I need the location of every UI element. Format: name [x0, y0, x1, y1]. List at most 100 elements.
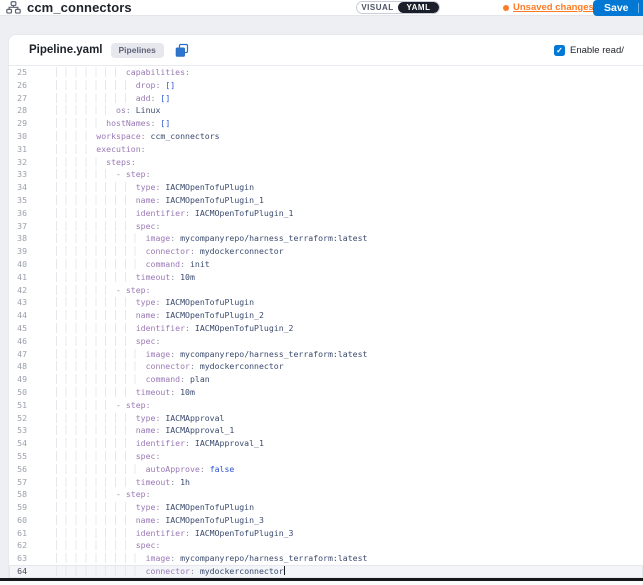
line-number: 39: [9, 245, 27, 258]
code-line[interactable]: 51 - step:: [9, 399, 643, 412]
line-number: 44: [9, 309, 27, 322]
line-number: 62: [9, 539, 27, 552]
line-number: 40: [9, 258, 27, 271]
line-number: 30: [9, 130, 27, 143]
code-line[interactable]: 29 hostNames: []: [9, 117, 643, 130]
code-line[interactable]: 31 execution:: [9, 143, 643, 156]
code-line[interactable]: 35 name: IACMOpenTofuPlugin_1: [9, 194, 643, 207]
line-number: 25: [9, 66, 27, 79]
code-line[interactable]: 50 timeout: 10m: [9, 386, 643, 399]
line-number: 60: [9, 514, 27, 527]
code-line[interactable]: 62 spec:: [9, 539, 643, 552]
code-line[interactable]: 32 steps:: [9, 156, 643, 169]
line-number: 52: [9, 412, 27, 425]
save-menu-button[interactable]: [639, 6, 643, 11]
line-number: 32: [9, 156, 27, 169]
line-number: 34: [9, 181, 27, 194]
code-line[interactable]: 41 timeout: 10m: [9, 271, 643, 284]
line-number: 59: [9, 501, 27, 514]
code-line[interactable]: 59 type: IACMOpenTofuPlugin: [9, 501, 643, 514]
line-number: 33: [9, 168, 27, 181]
entity-type-badge: Pipelines: [111, 43, 164, 58]
save-split-button: Save: [593, 0, 643, 16]
toggle-visual[interactable]: VISUAL: [357, 2, 398, 13]
line-number: 31: [9, 143, 27, 156]
line-number: 57: [9, 476, 27, 489]
copy-icon: [175, 43, 189, 58]
line-number: 26: [9, 79, 27, 92]
code-line[interactable]: 54 identifier: IACMApproval_1: [9, 437, 643, 450]
code-line[interactable]: 64 connector: mydockerconnector: [9, 565, 643, 578]
code-line[interactable]: 28 os: Linux: [9, 104, 643, 117]
code-line[interactable]: 33 - step:: [9, 168, 643, 181]
line-number: 63: [9, 552, 27, 565]
line-number: 47: [9, 348, 27, 361]
copy-button[interactable]: [175, 43, 189, 58]
line-number: 29: [9, 117, 27, 130]
code-line[interactable]: 63 image: mycompanyrepo/harness_terrafor…: [9, 552, 643, 565]
unsaved-label: Unsaved changes: [513, 2, 594, 13]
view-mode-toggle[interactable]: VISUAL YAML: [356, 1, 440, 14]
unsaved-changes[interactable]: Unsaved changes: [503, 1, 594, 14]
code-line[interactable]: 42 - step:: [9, 284, 643, 297]
code-line[interactable]: 55 spec:: [9, 450, 643, 463]
code-line[interactable]: 43 type: IACMOpenTofuPlugin: [9, 296, 643, 309]
enable-read-checkbox[interactable]: ✓: [554, 45, 565, 56]
code-line[interactable]: 39 connector: mydockerconnector: [9, 245, 643, 258]
code-line[interactable]: 48 connector: mydockerconnector: [9, 360, 643, 373]
code-line[interactable]: 44 name: IACMOpenTofuPlugin_2: [9, 309, 643, 322]
code-line[interactable]: 30 workspace: ccm_connectors: [9, 130, 643, 143]
yaml-code-editor[interactable]: 25 capabilities:26 drop: []27 add: []28 …: [9, 66, 643, 578]
line-number: 43: [9, 296, 27, 309]
line-number: 55: [9, 450, 27, 463]
code-line[interactable]: 61 identifier: IACMOpenTofuPlugin_3: [9, 527, 643, 540]
yaml-editor-card: Pipeline.yaml Pipelines ✓ Enable read/ 2…: [8, 34, 643, 578]
code-line[interactable]: 36 identifier: IACMOpenTofuPlugin_1: [9, 207, 643, 220]
code-line[interactable]: 49 command: plan: [9, 373, 643, 386]
line-number: 50: [9, 386, 27, 399]
pipeline-icon: [6, 1, 21, 14]
line-number: 42: [9, 284, 27, 297]
code-line[interactable]: 60 name: IACMOpenTofuPlugin_3: [9, 514, 643, 527]
code-line[interactable]: 40 command: init: [9, 258, 643, 271]
code-line[interactable]: 25 capabilities:: [9, 66, 643, 79]
toggle-yaml[interactable]: YAML: [398, 2, 439, 13]
bottom-gap: [0, 581, 643, 585]
code-line[interactable]: 57 timeout: 1h: [9, 476, 643, 489]
line-number: 64: [9, 565, 27, 578]
top-header: ccm_connectors VISUAL YAML Unsaved chang…: [0, 0, 643, 16]
code-line[interactable]: 34 type: IACMOpenTofuPlugin: [9, 181, 643, 194]
code-line[interactable]: 27 add: []: [9, 92, 643, 105]
code-line[interactable]: 45 identifier: IACMOpenTofuPlugin_2: [9, 322, 643, 335]
line-number: 54: [9, 437, 27, 450]
line-number: 51: [9, 399, 27, 412]
pipeline-title-wrap: ccm_connectors: [6, 0, 132, 15]
code-line[interactable]: 38 image: mycompanyrepo/harness_terrafor…: [9, 232, 643, 245]
line-number: 58: [9, 488, 27, 501]
line-number: 45: [9, 322, 27, 335]
line-number: 48: [9, 360, 27, 373]
code-lines: 25 capabilities:26 drop: []27 add: []28 …: [9, 66, 643, 578]
file-name-label: Pipeline.yaml: [29, 44, 103, 56]
line-number: 35: [9, 194, 27, 207]
code-line[interactable]: 47 image: mycompanyrepo/harness_terrafor…: [9, 348, 643, 361]
line-number: 41: [9, 271, 27, 284]
code-line[interactable]: 58 - step:: [9, 488, 643, 501]
line-number: 37: [9, 220, 27, 233]
enable-read-label: Enable read/: [570, 45, 624, 56]
line-number: 27: [9, 92, 27, 105]
text-caret: [284, 566, 285, 575]
code-line[interactable]: 53 name: IACMApproval_1: [9, 424, 643, 437]
code-line[interactable]: 26 drop: []: [9, 79, 643, 92]
line-number: 38: [9, 232, 27, 245]
enable-read-wrap: ✓ Enable read/: [554, 35, 624, 66]
code-line[interactable]: 46 spec:: [9, 335, 643, 348]
save-button[interactable]: Save: [593, 2, 638, 14]
unsaved-dot-icon: [503, 5, 509, 11]
line-number: 28: [9, 104, 27, 117]
code-line[interactable]: 52 type: IACMApproval: [9, 412, 643, 425]
code-line[interactable]: 56 autoApprove: false: [9, 463, 643, 476]
line-number: 46: [9, 335, 27, 348]
line-number: 36: [9, 207, 27, 220]
code-line[interactable]: 37 spec:: [9, 220, 643, 233]
